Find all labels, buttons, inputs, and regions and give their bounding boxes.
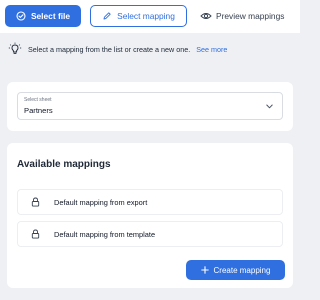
lock-icon <box>31 229 40 239</box>
create-mapping-label: Create mapping <box>213 265 271 275</box>
toolbar: Select file Select mapping Preview mappi… <box>0 0 300 33</box>
info-text: Select a mapping from the list or create… <box>28 44 191 54</box>
mapping-item-label: Default mapping from template <box>54 229 156 239</box>
mappings-card: Available mappings Default mapping from … <box>7 143 293 288</box>
select-file-button[interactable]: Select file <box>5 5 81 27</box>
plus-icon <box>200 266 209 274</box>
sheet-select-label: Select sheet <box>24 97 52 103</box>
chevron-down-icon <box>265 102 274 111</box>
pencil-icon <box>102 11 112 21</box>
check-circle-icon <box>16 11 26 21</box>
create-mapping-button[interactable]: Create mapping <box>186 260 285 280</box>
mapping-item-label: Default mapping from export <box>54 197 148 207</box>
preview-mappings-label: Preview mappings <box>216 11 285 21</box>
mapping-item[interactable]: Default mapping from export <box>17 189 283 215</box>
select-file-label: Select file <box>30 11 71 21</box>
lock-icon <box>31 197 40 207</box>
sheet-select-value: Partners <box>24 106 53 115</box>
preview-mappings-button[interactable]: Preview mappings <box>200 5 296 27</box>
select-mapping-label: Select mapping <box>117 11 175 21</box>
select-mapping-button[interactable]: Select mapping <box>90 5 187 27</box>
available-mappings-title: Available mappings <box>17 159 111 170</box>
sheet-select[interactable]: Select sheet Partners <box>17 92 283 120</box>
mapping-item[interactable]: Default mapping from template <box>17 221 283 247</box>
lightbulb-icon <box>8 42 22 56</box>
see-more-link[interactable]: See more <box>196 45 227 54</box>
eye-icon <box>200 11 212 21</box>
sheet-card: Select sheet Partners <box>7 82 293 131</box>
info-message: Select a mapping from the list or create… <box>8 40 298 58</box>
